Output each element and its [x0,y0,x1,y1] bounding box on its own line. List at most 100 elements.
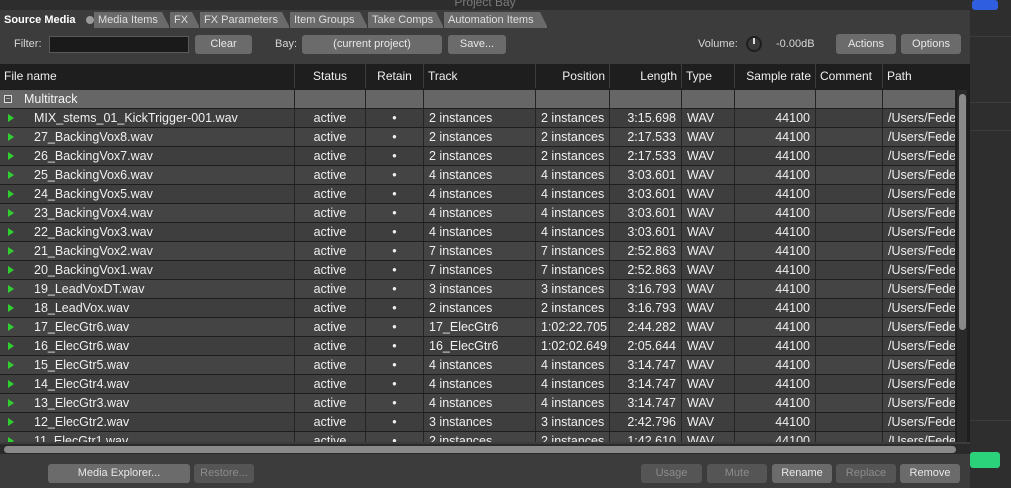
tab-item-groups[interactable]: Item Groups [290,12,368,28]
rename-button[interactable]: Rename [772,464,832,483]
table-row[interactable]: 23_BackingVox4.wav active • 4 instances 4 in… [0,204,956,223]
cell-text: active [313,396,347,410]
column-header-retain[interactable]: Retain [366,64,424,88]
cell-text: WAV [687,396,715,410]
table-row[interactable]: 20_BackingVox1.wav active • 7 instances 7 in… [0,261,956,280]
tab-take-comps[interactable]: Take Comps [368,12,444,28]
column-header-position[interactable]: Position [536,64,610,88]
table-row[interactable]: 12_ElecGtr2.wav active • 3 instances 3 insta… [0,413,956,432]
table-row[interactable]: MIX_stems_01_KickTrigger-001.wav active • 2… [0,109,956,128]
table-row[interactable]: 22_BackingVox3.wav active • 4 instances 4 in… [0,223,956,242]
cell-text: 7 instances [429,263,493,277]
table-row[interactable]: 17_ElecGtr6.wav active • 17_ElecGtr6 1:02:22… [0,318,956,337]
table-row[interactable]: 27_BackingVox8.wav active • 2 instances 2 in… [0,128,956,147]
play-icon[interactable] [8,114,14,122]
table-row[interactable]: 26_BackingVox7.wav active • 2 instances 2 in… [0,147,956,166]
restore-button[interactable]: Restore... [194,464,254,483]
column-header-file-name[interactable]: File name [0,64,295,88]
play-icon[interactable] [8,437,14,442]
actions-button[interactable]: Actions [836,34,896,54]
table-row[interactable]: 25_BackingVox6.wav active • 4 instances 4 in… [0,166,956,185]
cell-text: /Users/Feder [888,282,956,296]
tab-fx-parameters[interactable]: FX Parameters [200,12,290,28]
play-icon[interactable] [8,266,14,274]
play-icon[interactable] [8,304,14,312]
play-icon[interactable] [8,209,14,217]
cell-track: 4 instances [424,223,536,241]
column-header-status[interactable]: Status [295,64,366,88]
options-button[interactable]: Options [901,34,961,54]
cell-retain: • [366,413,424,431]
source-media-table: File name Status Retain Track Position L… [0,64,970,442]
cell-retain: • [366,356,424,374]
cell-text: 44100 [775,206,810,220]
cell-length: 3:14.747 [610,375,682,393]
table-row[interactable]: 19_LeadVoxDT.wav active • 3 instances 3 inst… [0,280,956,299]
table-row[interactable]: 16_ElecGtr6.wav active • 16_ElecGtr6 1:02:02… [0,337,956,356]
horizontal-scrollbar-thumb[interactable] [4,446,956,453]
play-icon[interactable] [8,380,14,388]
cell-path: /Users/Feder [883,109,956,127]
mute-button[interactable]: Mute [707,464,767,483]
media-explorer-button[interactable]: Media Explorer... [48,464,190,483]
column-header-track[interactable]: Track [424,64,536,88]
cell-status: active [295,128,366,146]
horizontal-scrollbar[interactable] [0,444,970,454]
cell-text: 3 instances [541,282,605,296]
volume-knob[interactable] [746,36,762,52]
play-icon[interactable] [8,133,14,141]
table-row[interactable]: 13_ElecGtr3.wav active • 4 instances 4 insta… [0,394,956,413]
bay-select[interactable]: (current project) [302,35,442,54]
cell-rate: 44100 [735,337,816,355]
remove-button[interactable]: Remove [900,464,960,483]
table-row[interactable]: 24_BackingVox5.wav active • 4 instances 4 in… [0,185,956,204]
cell-text: 44100 [775,282,810,296]
cell-position: 4 instances [536,394,610,412]
save-button[interactable]: Save... [448,35,506,54]
group-row-multitrack[interactable]: − Multitrack [0,90,956,109]
play-icon[interactable] [8,399,14,407]
play-icon[interactable] [8,190,14,198]
group-label: Multitrack [24,92,78,106]
column-header-path[interactable]: Path [883,64,970,88]
column-header-length[interactable]: Length [610,64,682,88]
play-icon[interactable] [8,361,14,369]
column-header-type[interactable]: Type [682,64,735,88]
table-row[interactable]: 15_ElecGtr5.wav active • 4 instances 4 insta… [0,356,956,375]
play-icon[interactable] [8,323,14,331]
cell-text: 44100 [775,301,810,315]
vertical-scrollbar-thumb[interactable] [959,94,966,330]
cell-text: 44100 [775,149,810,163]
play-icon[interactable] [8,418,14,426]
tab-automation-items[interactable]: Automation Items [444,12,548,28]
cell-position: 1:02:02.649 [536,337,610,355]
table-row[interactable]: 18_LeadVox.wav active • 2 instances 2 instan… [0,299,956,318]
play-icon[interactable] [8,285,14,293]
table-row[interactable]: 11_ElecGtr1.wav active • 2 instances 2 insta… [0,432,956,442]
tab-source-media[interactable]: Source Media [0,12,86,28]
tab-media-items[interactable]: Media Items [94,12,170,28]
play-icon[interactable] [8,152,14,160]
cell-track: 3 instances [424,280,536,298]
cell-text: • [392,339,397,353]
vertical-scrollbar[interactable] [957,90,967,442]
table-row[interactable]: 14_ElecGtr4.wav active • 4 instances 4 insta… [0,375,956,394]
play-icon[interactable] [8,228,14,236]
background-track-divider [970,130,1011,131]
column-header-sample-rate[interactable]: Sample rate [735,64,816,88]
cell-type: WAV [682,394,735,412]
table-row[interactable]: 21_BackingVox2.wav active • 7 instances 7 in… [0,242,956,261]
cell-path: /Users/Feder [883,223,956,241]
replace-button[interactable]: Replace [836,464,896,483]
cell-text: 4 instances [541,168,605,182]
column-header-comment[interactable]: Comment [816,64,883,88]
collapse-icon[interactable]: − [4,95,12,103]
play-icon[interactable] [8,171,14,179]
play-icon[interactable] [8,342,14,350]
tab-fx[interactable]: FX [170,12,200,28]
filter-input[interactable] [49,36,189,53]
play-icon[interactable] [8,247,14,255]
usage-button[interactable]: Usage [641,464,702,483]
cell-track: 4 instances [424,185,536,203]
clear-button[interactable]: Clear [195,35,252,54]
